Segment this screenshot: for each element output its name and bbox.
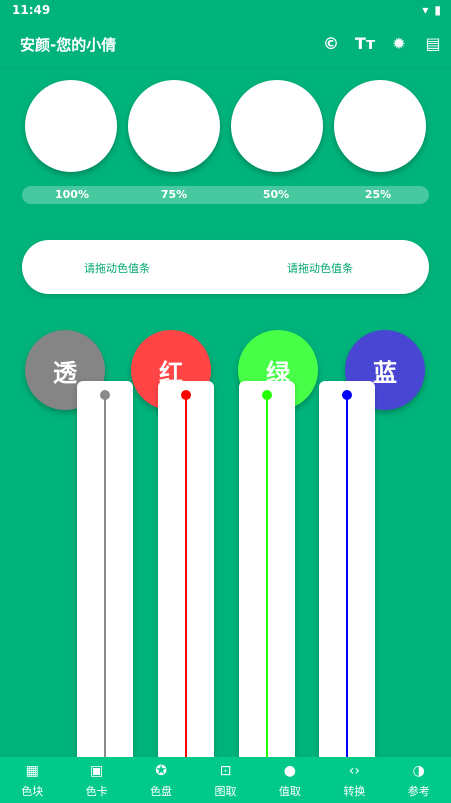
brightness-icon[interactable]: ✹ bbox=[389, 32, 409, 54]
card-icon: ▣ bbox=[90, 762, 104, 779]
opacity-label: 100% bbox=[55, 188, 89, 201]
opacity-level-bar: 100% 75% 50% 25% bbox=[22, 186, 429, 204]
opacity-label: 25% bbox=[364, 188, 392, 201]
slider-line bbox=[266, 395, 268, 761]
slider-line bbox=[104, 395, 106, 761]
slider-handle[interactable] bbox=[181, 390, 191, 400]
color-value-display[interactable]: 请拖动色值条 请拖动色值条 bbox=[22, 240, 429, 294]
slider-handle[interactable] bbox=[100, 390, 110, 400]
bottom-nav: ▦ 色块 ▣ 色卡 ✪ 色盘 ⊡ 图取 ● 值取 ‹› 转换 ◑ 参考 bbox=[0, 757, 451, 803]
status-icons: ▾ ▮ bbox=[422, 3, 441, 17]
nav-item-color-block[interactable]: ▦ 色块 bbox=[0, 757, 64, 803]
dot-icon: ● bbox=[283, 762, 296, 779]
copyright-icon[interactable]: © bbox=[321, 32, 341, 54]
green-slider[interactable] bbox=[239, 381, 295, 761]
app-title: 安颜-您的小倩 bbox=[20, 36, 117, 54]
nav-item-color-wheel[interactable]: ✪ 色盘 bbox=[129, 757, 193, 803]
preview-circle-25[interactable] bbox=[334, 80, 426, 172]
drag-hint-right: 请拖动色值条 bbox=[287, 262, 353, 275]
code-icon: ‹› bbox=[348, 762, 360, 779]
preview-circle-75[interactable] bbox=[128, 80, 220, 172]
nav-item-color-card[interactable]: ▣ 色卡 bbox=[64, 757, 128, 803]
nav-item-image-pick[interactable]: ⊡ 图取 bbox=[193, 757, 257, 803]
status-bar: 11:49 ▾ ▮ bbox=[0, 0, 451, 20]
palette-icon: ✪ bbox=[155, 762, 167, 779]
nav-label: 色盘 bbox=[150, 784, 173, 798]
color-preview-row bbox=[0, 80, 451, 175]
slider-line bbox=[185, 395, 187, 761]
nav-label: 值取 bbox=[278, 784, 301, 798]
drag-hint-left: 请拖动色值条 bbox=[84, 262, 150, 275]
preview-circle-100[interactable] bbox=[25, 80, 117, 172]
red-slider[interactable] bbox=[158, 381, 214, 761]
opacity-label: 75% bbox=[160, 188, 188, 201]
opacity-label: 50% bbox=[262, 188, 290, 201]
grid-icon: ▦ bbox=[25, 762, 39, 779]
nav-label: 转换 bbox=[343, 784, 366, 798]
slider-handle[interactable] bbox=[262, 390, 272, 400]
image-pick-icon: ⊡ bbox=[219, 762, 232, 779]
nav-label: 参考 bbox=[407, 784, 430, 798]
nav-item-reference[interactable]: ◑ 参考 bbox=[387, 757, 451, 803]
nav-label: 色卡 bbox=[85, 784, 108, 798]
nav-item-value-pick[interactable]: ● 值取 bbox=[258, 757, 322, 803]
nav-item-convert[interactable]: ‹› 转换 bbox=[322, 757, 386, 803]
nav-label: 图取 bbox=[214, 784, 237, 798]
status-time: 11:49 bbox=[12, 3, 51, 17]
text-size-icon[interactable]: Tт bbox=[355, 32, 375, 54]
contrast-icon: ◑ bbox=[412, 762, 425, 779]
alpha-slider[interactable] bbox=[77, 381, 133, 761]
appbar-actions: © Tт ✹ ▤ bbox=[321, 32, 443, 54]
preview-circle-50[interactable] bbox=[231, 80, 323, 172]
battery-icon: ▮ bbox=[434, 3, 441, 17]
slider-line bbox=[346, 395, 348, 761]
wifi-icon: ▾ bbox=[422, 3, 429, 17]
app-bar: 安颜-您的小倩 © Tт ✹ ▤ bbox=[0, 20, 451, 68]
nav-label: 色块 bbox=[21, 784, 44, 798]
slider-handle[interactable] bbox=[342, 390, 352, 400]
palette-bar-icon[interactable]: ▤ bbox=[423, 32, 443, 54]
blue-slider[interactable] bbox=[319, 381, 375, 761]
